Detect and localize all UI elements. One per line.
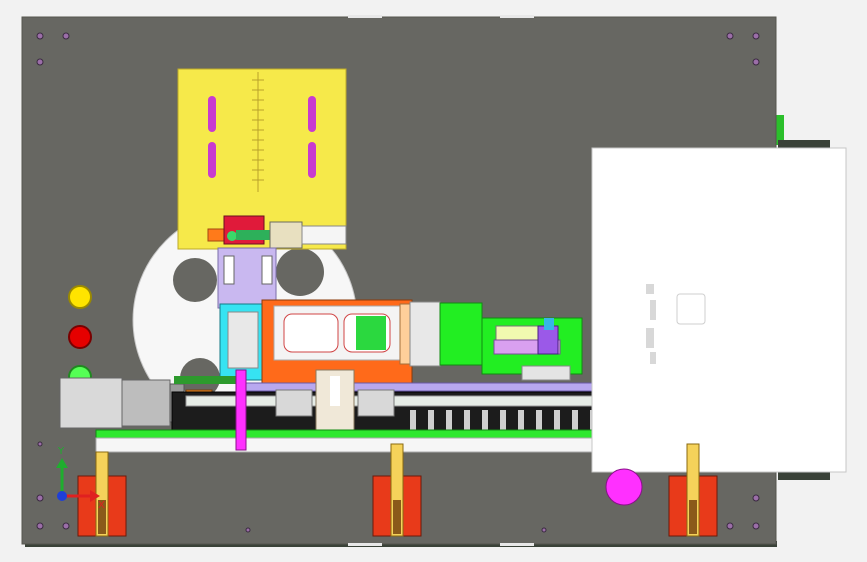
- vertical-guide: [217, 247, 277, 309]
- cyan-mount-blocks: [219, 303, 267, 381]
- magenta-disc: [605, 468, 643, 506]
- triad-z-axis: [57, 491, 67, 501]
- triad-y-label: Y: [57, 446, 65, 457]
- white-cover-panel: [591, 147, 847, 473]
- indicator-lights: [68, 285, 92, 389]
- indicator-light-red: [68, 325, 92, 349]
- cad-assembly-view: Y X: [21, 15, 847, 547]
- triad-x-label: X: [98, 500, 105, 511]
- indicator-light-yellow: [68, 285, 92, 309]
